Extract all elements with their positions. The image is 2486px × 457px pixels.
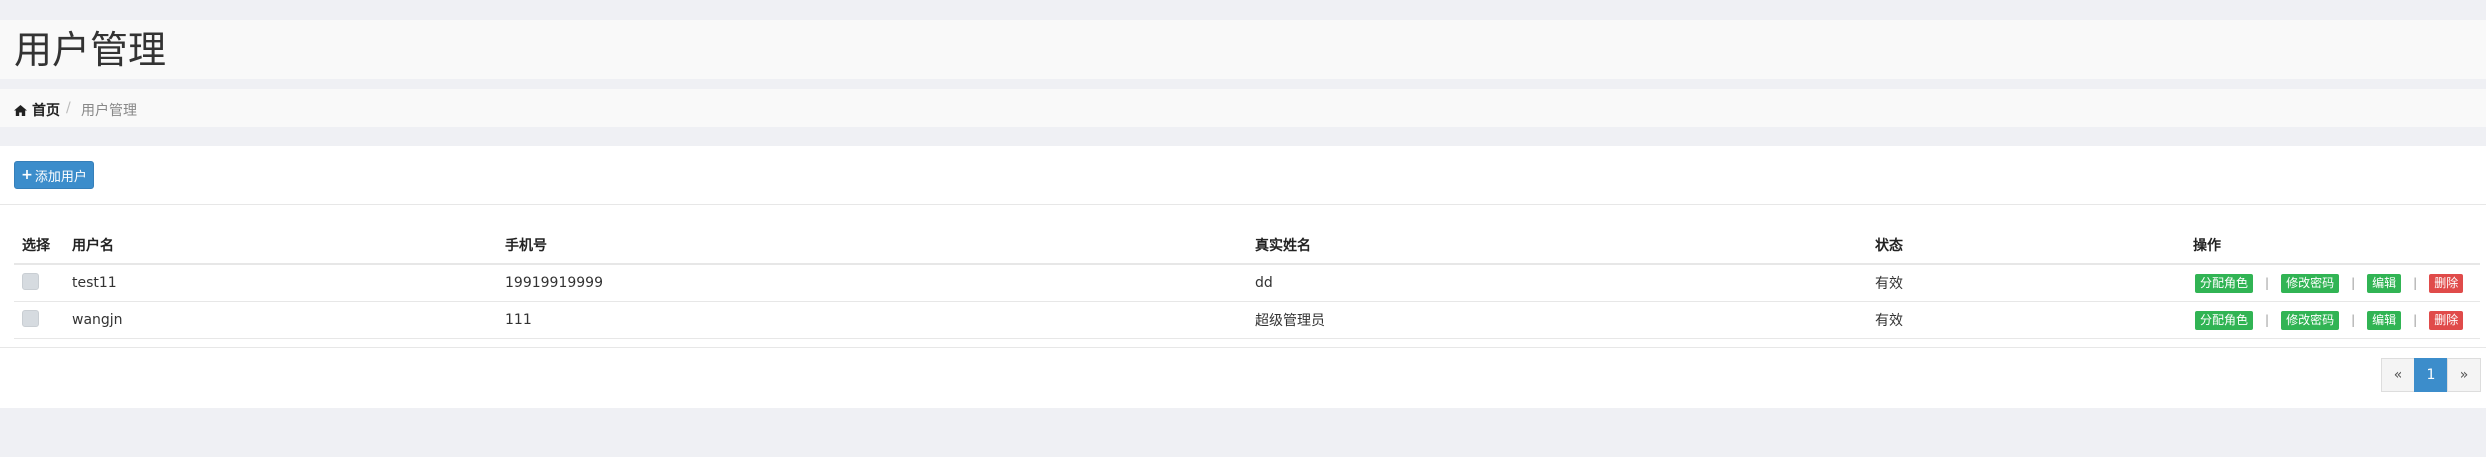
column-header-username: 用户名 [64, 226, 497, 265]
pagination-page-button[interactable]: 1 [2414, 358, 2448, 392]
username-cell: wangjn [64, 301, 497, 339]
page-title: 用户管理 [14, 28, 167, 72]
action-divider: | [2413, 313, 2418, 327]
phone-cell: 111 [497, 301, 1247, 339]
action-divider: | [2351, 313, 2356, 327]
pagination-next-button[interactable]: » [2447, 358, 2481, 392]
add-user-button[interactable]: + 添加用户 [14, 161, 94, 189]
action-divider: | [2265, 313, 2270, 327]
breadcrumb-current: 用户管理 [81, 103, 137, 119]
breadcrumb: 首页 / 用户管理 [0, 89, 2486, 127]
breadcrumb-separator: / [66, 100, 71, 116]
page-header: 用户管理 [0, 20, 2486, 79]
action-divider: | [2413, 276, 2418, 290]
realname-cell: dd [1247, 264, 1867, 302]
row-select-cell [14, 264, 64, 302]
table-row: test11 19919919999 dd 有效 分配角色 | 修改密码 | 编… [14, 264, 2480, 302]
column-header-select: 选择 [14, 226, 64, 265]
user-list-panel: + 添加用户 选择 用户名 手机号 真实姓名 状态 操作 test11 1991… [0, 146, 2486, 408]
row-checkbox[interactable] [22, 309, 39, 327]
actions-cell: 分配角色 | 修改密码 | 编辑 | 删除 [2185, 301, 2480, 339]
row-select-cell [14, 301, 64, 339]
edit-button[interactable]: 编辑 [2367, 273, 2402, 293]
delete-button[interactable]: 删除 [2429, 310, 2464, 330]
pagination-prev-button[interactable]: « [2381, 358, 2415, 392]
actions-cell: 分配角色 | 修改密码 | 编辑 | 删除 [2185, 264, 2480, 302]
change-password-button[interactable]: 修改密码 [2281, 273, 2340, 293]
assign-role-button[interactable]: 分配角色 [2195, 273, 2254, 293]
column-header-phone: 手机号 [497, 226, 1247, 265]
assign-role-button[interactable]: 分配角色 [2195, 310, 2254, 330]
change-password-button[interactable]: 修改密码 [2281, 310, 2340, 330]
pagination: « 1 » [2381, 358, 2481, 392]
divider [0, 347, 2486, 348]
row-checkbox[interactable] [22, 272, 39, 290]
user-table: 选择 用户名 手机号 真实姓名 状态 操作 test11 19919919999… [14, 226, 2480, 339]
action-divider: | [2351, 276, 2356, 290]
table-row: wangjn 111 超级管理员 有效 分配角色 | 修改密码 | 编辑 | 删… [14, 301, 2480, 339]
plus-icon: + [21, 167, 33, 183]
action-divider: | [2265, 276, 2270, 290]
add-user-label: 添加用户 [34, 169, 87, 185]
divider [0, 204, 2486, 205]
edit-button[interactable]: 编辑 [2367, 310, 2402, 330]
username-cell: test11 [64, 264, 497, 302]
column-header-realname: 真实姓名 [1247, 226, 1867, 265]
status-cell: 有效 [1867, 264, 2185, 302]
column-header-actions: 操作 [2185, 226, 2480, 265]
table-header-row: 选择 用户名 手机号 真实姓名 状态 操作 [14, 226, 2480, 265]
breadcrumb-home-link[interactable]: 首页 [14, 100, 60, 120]
phone-cell: 19919919999 [497, 264, 1247, 302]
realname-cell: 超级管理员 [1247, 301, 1867, 339]
status-cell: 有效 [1867, 301, 2185, 339]
column-header-status: 状态 [1867, 226, 2185, 265]
breadcrumb-home-label: 首页 [32, 103, 60, 119]
delete-button[interactable]: 删除 [2429, 273, 2464, 293]
home-icon [14, 104, 27, 116]
